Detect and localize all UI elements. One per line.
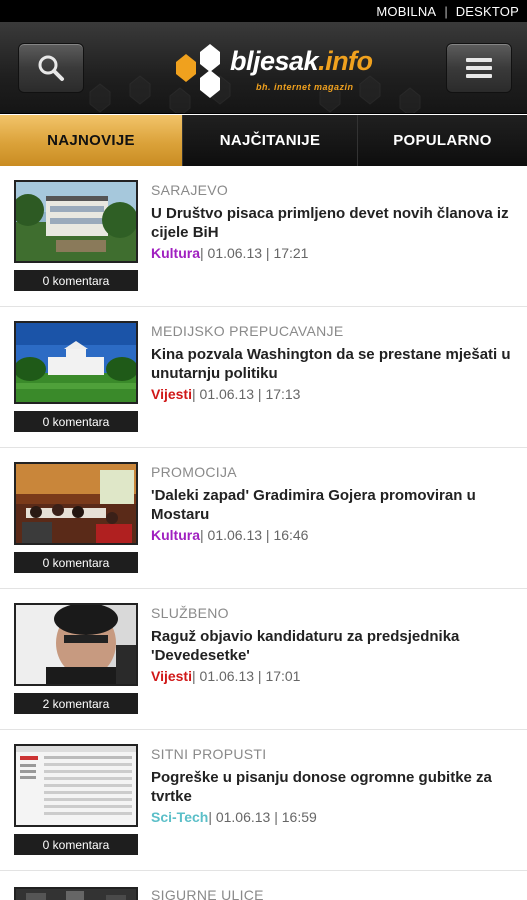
- top-view-switcher: MOBILNA | DESKTOP: [0, 0, 527, 22]
- article-section[interactable]: Kultura: [151, 245, 200, 261]
- article-datetime: | 01.06.13 | 17:13: [192, 386, 301, 402]
- building-photo: [16, 182, 136, 261]
- article-title[interactable]: Pogreške u pisanju donose ogromne gubitk…: [151, 768, 516, 806]
- comments-count[interactable]: 0 komentara: [14, 411, 138, 432]
- article-kicker: SARAJEVO: [151, 182, 229, 198]
- portrait-photo: [16, 605, 136, 684]
- category-tabs: NAJNOVIJE NAJČITANIJE POPULARNO: [0, 115, 527, 166]
- article-thumbnail[interactable]: [14, 744, 138, 827]
- view-separator: |: [444, 3, 448, 19]
- article-section[interactable]: Kultura: [151, 527, 200, 543]
- site-header: bljesak.info bh. internet magazin: [0, 22, 527, 114]
- mobile-view-link[interactable]: MOBILNA: [376, 4, 436, 19]
- article-thumbnail[interactable]: [14, 180, 138, 263]
- comments-count[interactable]: 0 komentara: [14, 834, 138, 855]
- article-thumbnail[interactable]: [14, 321, 138, 404]
- logo-hexagons-icon: [176, 44, 220, 98]
- article-thumbnail[interactable]: [14, 887, 138, 900]
- article-section[interactable]: Vijesti: [151, 386, 192, 402]
- logo-main: bljesak: [230, 46, 319, 76]
- logo-domain: .info: [318, 46, 373, 76]
- article-datetime: | 01.06.13 | 16:59: [208, 809, 317, 825]
- article-item[interactable]: 0 komentara SITNI PROPUSTI Pogreške u pi…: [0, 730, 527, 871]
- article-item[interactable]: 0 komentara SARAJEVO U Društvo pisaca pr…: [0, 166, 527, 307]
- screenshot-photo: [16, 746, 136, 825]
- comments-count[interactable]: 0 komentara: [14, 270, 138, 291]
- article-datetime: | 01.06.13 | 16:46: [200, 527, 309, 543]
- search-button[interactable]: [18, 43, 84, 93]
- article-kicker: SIGURNE ULICE: [151, 887, 264, 900]
- article-meta: Sci-Tech| 01.06.13 | 16:59: [151, 809, 317, 825]
- article-section[interactable]: Vijesti: [151, 668, 192, 684]
- article-title[interactable]: 'Daleki zapad' Gradimira Gojera promovir…: [151, 486, 516, 524]
- article-title[interactable]: Kina pozvala Washington da se prestane m…: [151, 345, 516, 383]
- article-meta: Vijesti| 01.06.13 | 17:13: [151, 386, 300, 402]
- article-meta: Vijesti| 01.06.13 | 17:01: [151, 668, 300, 684]
- article-section[interactable]: Sci-Tech: [151, 809, 208, 825]
- white-house-photo: [16, 323, 136, 402]
- site-logo[interactable]: bljesak.info bh. internet magazin: [172, 38, 373, 108]
- article-title[interactable]: U Društvo pisaca primljeno devet novih č…: [151, 204, 516, 242]
- article-datetime: | 01.06.13 | 17:01: [192, 668, 301, 684]
- article-kicker: PROMOCIJA: [151, 464, 237, 480]
- article-kicker: SITNI PROPUSTI: [151, 746, 267, 762]
- tab-najcitanije[interactable]: NAJČITANIJE: [182, 115, 357, 166]
- article-item[interactable]: 2 komentara SLUŽBENO Raguž objavio kandi…: [0, 589, 527, 730]
- article-kicker: MEDIJSKO PREPUCAVANJE: [151, 323, 344, 339]
- tab-popularno[interactable]: POPULARNO: [357, 115, 527, 166]
- article-datetime: | 01.06.13 | 17:21: [200, 245, 309, 261]
- article-list: 0 komentara SARAJEVO U Društvo pisaca pr…: [0, 166, 527, 900]
- comments-count[interactable]: 2 komentara: [14, 693, 138, 714]
- article-meta: Kultura| 01.06.13 | 17:21: [151, 245, 308, 261]
- search-icon: [38, 55, 64, 81]
- article-title[interactable]: Raguž objavio kandidaturu za predsjednik…: [151, 627, 516, 665]
- logo-wordmark: bljesak.info: [230, 46, 373, 77]
- street-photo: [16, 889, 136, 900]
- event-photo: [16, 464, 136, 543]
- article-item[interactable]: 0 komentara MEDIJSKO PREPUCAVANJE Kina p…: [0, 307, 527, 448]
- tab-najnovije[interactable]: NAJNOVIJE: [0, 115, 182, 166]
- desktop-view-link[interactable]: DESKTOP: [456, 4, 519, 19]
- menu-button[interactable]: [446, 43, 512, 93]
- article-thumbnail[interactable]: [14, 603, 138, 686]
- article-meta: Kultura| 01.06.13 | 16:46: [151, 527, 308, 543]
- article-item[interactable]: SIGURNE ULICE: [0, 871, 527, 900]
- article-item[interactable]: 0 komentara PROMOCIJA 'Daleki zapad' Gra…: [0, 448, 527, 589]
- article-kicker: SLUŽBENO: [151, 605, 229, 621]
- logo-tagline: bh. internet magazin: [256, 82, 354, 92]
- comments-count[interactable]: 0 komentara: [14, 552, 138, 573]
- article-thumbnail[interactable]: [14, 462, 138, 545]
- hamburger-menu-icon: [466, 58, 492, 78]
